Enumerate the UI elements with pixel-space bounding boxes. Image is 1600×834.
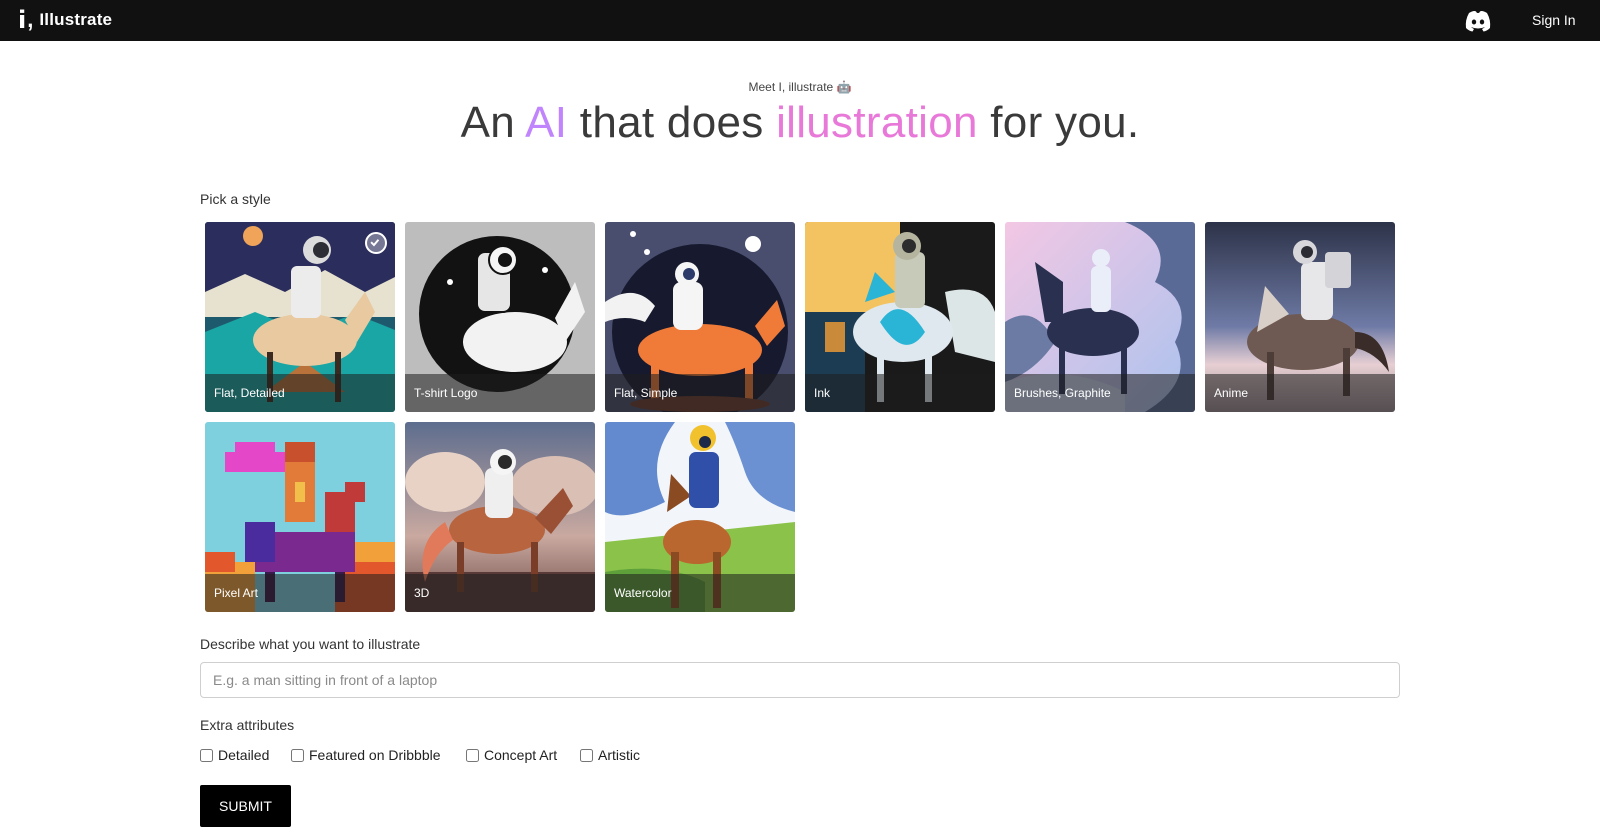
attr-featured-on-dribbble[interactable]: Featured on Dribbble <box>291 746 441 764</box>
style-label: Watercolor <box>614 586 672 600</box>
attr-label: Concept Art <box>484 747 558 763</box>
logo-comma: , <box>27 7 34 32</box>
style-label: T-shirt Logo <box>414 386 478 400</box>
description-input[interactable] <box>200 662 1400 698</box>
style-tile-ink[interactable]: Ink <box>805 222 995 412</box>
style-tile-3d[interactable]: 3D <box>405 422 595 612</box>
style-tile-flat-detailed[interactable]: Flat, Detailed <box>205 222 395 412</box>
style-label: Anime <box>1214 386 1249 400</box>
headline-illustration-highlight: illustration <box>776 98 978 147</box>
style-label: 3D <box>414 586 430 600</box>
attr-detailed[interactable]: Detailed <box>200 746 269 764</box>
style-caption-bg <box>405 574 595 612</box>
logo-text: Illustrate <box>39 10 113 29</box>
headline-part-1: An <box>460 98 526 147</box>
style-caption-bg <box>805 374 995 412</box>
attr-concept-art[interactable]: Concept Art <box>466 746 557 764</box>
style-label: Brushes, Graphite <box>1014 386 1111 400</box>
concept-art-checkbox[interactable] <box>466 748 479 762</box>
top-navbar: i , Illustrate Sign In <box>0 0 1600 41</box>
style-label: Flat, Detailed <box>214 386 285 400</box>
style-label: Ink <box>814 386 831 400</box>
logo-mark: i <box>18 6 27 34</box>
attr-label: Featured on Dribbble <box>309 747 441 763</box>
detailed-checkbox[interactable] <box>200 748 213 762</box>
style-tile-anime[interactable]: Anime <box>1205 222 1395 412</box>
artistic-checkbox[interactable] <box>580 748 593 762</box>
selected-checkmark-icon <box>365 232 387 254</box>
submit-button[interactable]: SUBMIT <box>200 785 291 827</box>
headline-ai-highlight: AI <box>525 98 568 147</box>
style-label: Pixel Art <box>214 586 259 600</box>
headline-part-2: that does <box>567 98 777 147</box>
headline-part-3: for you. <box>977 98 1140 147</box>
style-label: Flat, Simple <box>614 386 678 400</box>
hero-headline: An AI that does illustration for you. <box>0 98 1600 148</box>
describe-label: Describe what you want to illustrate <box>200 636 421 652</box>
extra-attributes-label: Extra attributes <box>200 717 295 733</box>
sign-in-link[interactable]: Sign In <box>1532 12 1576 28</box>
attr-label: Artistic <box>598 747 640 763</box>
attr-artistic[interactable]: Artistic <box>580 746 640 764</box>
style-tile-tshirt-logo[interactable]: T-shirt Logo <box>405 222 595 412</box>
style-tile-flat-simple[interactable]: Flat, Simple <box>605 222 795 412</box>
discord-icon[interactable] <box>1465 10 1491 32</box>
logo[interactable]: i , Illustrate <box>18 8 112 32</box>
style-tile-brushes-graphite[interactable]: Brushes, Graphite <box>1005 222 1195 412</box>
pick-style-label: Pick a style <box>200 191 271 207</box>
hero-kicker: Meet I, illustrate 🤖 <box>748 80 852 94</box>
style-tile-watercolor[interactable]: Watercolor <box>605 422 795 612</box>
featured-on-dribbble-checkbox[interactable] <box>291 748 304 762</box>
attr-label: Detailed <box>218 747 270 763</box>
style-tile-pixel-art[interactable]: Pixel Art <box>205 422 395 612</box>
